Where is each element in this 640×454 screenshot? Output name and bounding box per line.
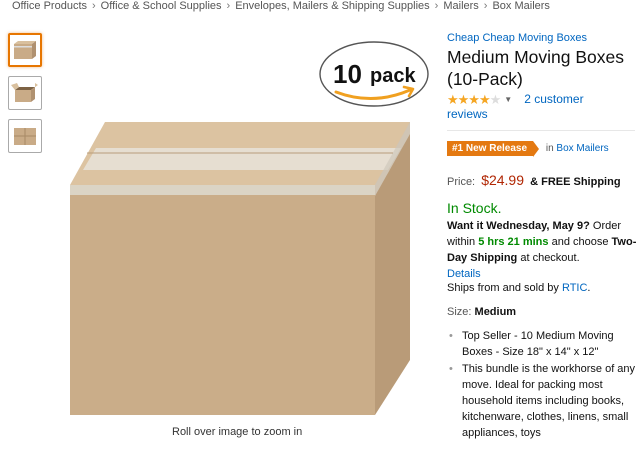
feature-bullets: Top Seller - 10 Medium Moving Boxes - Si…: [447, 328, 637, 441]
breadcrumb: Office Products › Office & School Supplies…: [12, 0, 550, 12]
thumbnail-flat-box[interactable]: [8, 119, 42, 153]
delivery-timer: 5 hrs 21 mins: [478, 236, 549, 249]
delivery-choose-text: and choose: [551, 236, 609, 249]
thumbnail-strip: [8, 33, 42, 162]
details-link[interactable]: Details: [447, 268, 481, 280]
breadcrumb-separator: ›: [226, 0, 231, 12]
breadcrumb-office-school-supplies[interactable]: Office & School Supplies: [101, 0, 222, 12]
product-title: Medium Moving Boxes (10-Pack): [447, 47, 625, 89]
review-word[interactable]: customer: [534, 92, 583, 106]
stock-status: In Stock.: [447, 200, 502, 217]
badge-category-link[interactable]: Box Mailers: [556, 143, 608, 154]
thumbnail-closed-box[interactable]: [8, 33, 42, 67]
ships-from-row: Ships from and sold by RTIC.: [447, 282, 637, 294]
breadcrumb-envelopes-mailers[interactable]: Envelopes, Mailers & Shipping Supplies: [235, 0, 429, 12]
delivery-date: Want it Wednesday, May 9?: [447, 220, 590, 233]
feature-bullet: This bundle is the workhorse of any move…: [447, 361, 637, 441]
flat-box-thumbnail-icon: [14, 128, 36, 145]
price-label: Price:: [447, 176, 476, 189]
new-release-badge[interactable]: #1 New Release: [447, 141, 540, 158]
chevron-down-icon[interactable]: ▼: [504, 95, 512, 104]
feature-bullet: Top Seller - 10 Medium Moving Boxes - Si…: [447, 328, 637, 360]
size-label: Size:: [447, 306, 472, 319]
review-word-2[interactable]: reviews: [447, 107, 488, 121]
size-row: Size: Medium: [447, 306, 637, 318]
brand-link[interactable]: Cheap Cheap Moving Boxes: [447, 32, 637, 44]
box-thumbnail-icon: [14, 41, 36, 59]
breadcrumb-box-mailers[interactable]: Box Mailers: [492, 0, 549, 12]
size-value: Medium: [474, 306, 517, 319]
review-count[interactable]: 2: [524, 92, 531, 106]
rating-row: ★★★★★ ▼ 2 customer reviews: [447, 92, 637, 122]
breadcrumb-separator: ›: [92, 0, 96, 12]
ten-pack-badge: 10 pack: [319, 41, 429, 107]
zoom-hint: Roll over image to zoom in: [172, 426, 303, 438]
badge-word: pack: [370, 65, 416, 87]
breadcrumb-separator: ›: [434, 0, 439, 12]
thumbnail-open-box[interactable]: [8, 76, 42, 110]
free-shipping-text[interactable]: FREE Shipping: [541, 176, 620, 188]
star-rating-icon[interactable]: ★★★★★: [447, 92, 501, 107]
badge-in-text: in: [545, 143, 554, 155]
breadcrumb-mailers[interactable]: Mailers: [443, 0, 478, 12]
badge-number: 10: [333, 59, 362, 89]
best-seller-row: #1 New Release in Box Mailers: [447, 141, 637, 158]
product-info-panel: Cheap Cheap Moving Boxes Medium Moving B…: [447, 32, 637, 442]
breadcrumb-separator: ›: [483, 0, 488, 12]
ships-from-text: Ships from and sold by: [447, 282, 559, 295]
price-value: $24.99: [481, 172, 525, 189]
price-row: Price: $24.99 & FREE Shipping: [447, 172, 637, 188]
open-box-thumbnail-icon: [11, 83, 38, 102]
seller-period: .: [587, 282, 591, 295]
divider: [447, 130, 635, 132]
seller-link[interactable]: RTIC: [562, 282, 587, 294]
delivery-message: Want it Wednesday, May 9? Order within 5…: [447, 218, 637, 282]
shipping-amp: &: [530, 176, 539, 189]
delivery-suffix: at checkout.: [520, 252, 580, 265]
breadcrumb-office-products[interactable]: Office Products: [12, 0, 87, 12]
